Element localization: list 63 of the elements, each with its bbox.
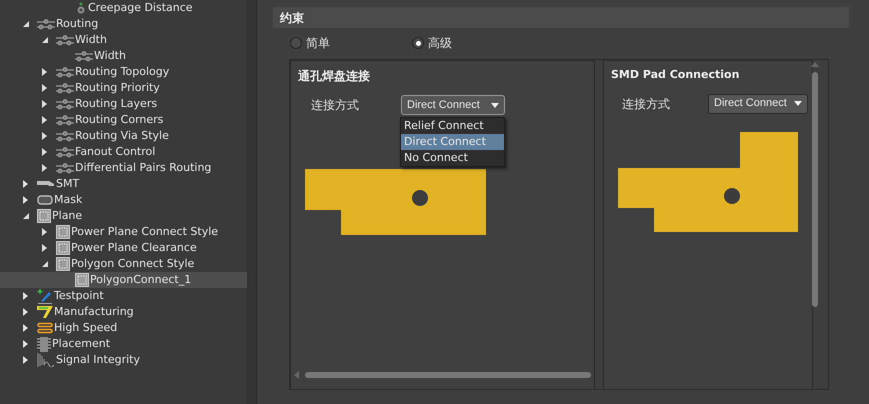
track-icon bbox=[75, 50, 93, 62]
caret-icon bbox=[491, 102, 499, 108]
track-icon bbox=[56, 66, 74, 78]
plane-icon bbox=[37, 209, 51, 223]
waveform-icon bbox=[37, 353, 55, 367]
track-icon bbox=[56, 130, 74, 142]
tree-item[interactable]: Signal Integrity bbox=[0, 352, 247, 368]
tree-item[interactable]: Routing Corners bbox=[0, 112, 247, 128]
track-icon bbox=[37, 18, 55, 30]
link-icon bbox=[37, 322, 53, 334]
dropdown-option[interactable]: Relief Connect bbox=[401, 118, 504, 134]
field-label: 连接方式 bbox=[311, 97, 360, 114]
expanded-arrow-icon[interactable] bbox=[23, 21, 29, 27]
tree-item[interactable]: Power Plane Clearance bbox=[0, 240, 247, 256]
tree-item[interactable]: Plane bbox=[0, 208, 247, 224]
flag-icon bbox=[37, 305, 53, 319]
tree-item[interactable]: Routing Layers bbox=[0, 96, 247, 112]
panel-title: 通孔焊盘连接 bbox=[298, 68, 371, 85]
tree-item[interactable]: Routing Topology bbox=[0, 64, 247, 80]
scroll-up-icon[interactable] bbox=[811, 62, 819, 67]
rounded-rect-icon bbox=[37, 195, 53, 205]
tree-item[interactable]: Testpoint bbox=[0, 288, 247, 304]
plane-icon bbox=[75, 273, 89, 287]
tree-item[interactable]: Routing Via Style bbox=[0, 128, 247, 144]
panel-title: SMD Pad Connection bbox=[611, 67, 740, 83]
tree-item[interactable]: SMT bbox=[0, 176, 247, 192]
plane-icon bbox=[56, 225, 70, 239]
track-icon bbox=[56, 98, 74, 110]
tree-item[interactable]: Polygon Connect Style bbox=[0, 256, 247, 272]
probe-icon bbox=[37, 288, 53, 304]
connect-dropdown[interactable]: Direct Connect bbox=[708, 94, 808, 114]
tree-item[interactable]: Routing bbox=[0, 16, 247, 32]
section-title: 约束 bbox=[280, 10, 304, 26]
expanded-arrow-icon[interactable] bbox=[42, 37, 48, 43]
pad-icon bbox=[37, 179, 55, 189]
plane-icon bbox=[56, 257, 70, 271]
track-icon bbox=[56, 114, 74, 126]
tree-item[interactable]: Creepage Distance bbox=[0, 0, 247, 16]
plane-icon bbox=[56, 241, 70, 255]
mode-radio[interactable]: 简单 bbox=[290, 34, 412, 52]
tree-item[interactable]: Width bbox=[0, 32, 247, 48]
caret-icon bbox=[794, 101, 802, 106]
field-label: 连接方式 bbox=[622, 96, 671, 112]
mode-radio[interactable]: 高级 bbox=[412, 34, 452, 52]
tree-item[interactable]: Manufacturing bbox=[0, 304, 247, 320]
track-icon bbox=[56, 146, 74, 158]
tree-item[interactable]: PolygonConnect_1 bbox=[0, 272, 247, 288]
track-icon bbox=[56, 34, 74, 46]
tree-item[interactable]: Power Plane Connect Style bbox=[0, 224, 247, 240]
expanded-arrow-icon[interactable] bbox=[42, 261, 48, 267]
tree-item[interactable]: Mask bbox=[0, 192, 247, 208]
tree-item[interactable]: High Speed bbox=[0, 320, 247, 336]
tree-item[interactable]: Routing Priority bbox=[0, 80, 247, 96]
tree-item[interactable]: Width bbox=[0, 48, 247, 64]
track-icon bbox=[56, 162, 74, 174]
connect-dropdown[interactable]: Direct Connect bbox=[401, 95, 505, 115]
tree-item[interactable]: Fanout Control bbox=[0, 144, 247, 160]
chip-icon bbox=[37, 336, 51, 352]
tree-item[interactable]: Differential Pairs Routing bbox=[0, 160, 247, 176]
dropdown-option[interactable]: No Connect bbox=[401, 150, 504, 166]
tree-item[interactable]: Placement bbox=[0, 336, 247, 352]
expanded-arrow-icon[interactable] bbox=[23, 213, 29, 219]
track-icon bbox=[56, 82, 74, 94]
